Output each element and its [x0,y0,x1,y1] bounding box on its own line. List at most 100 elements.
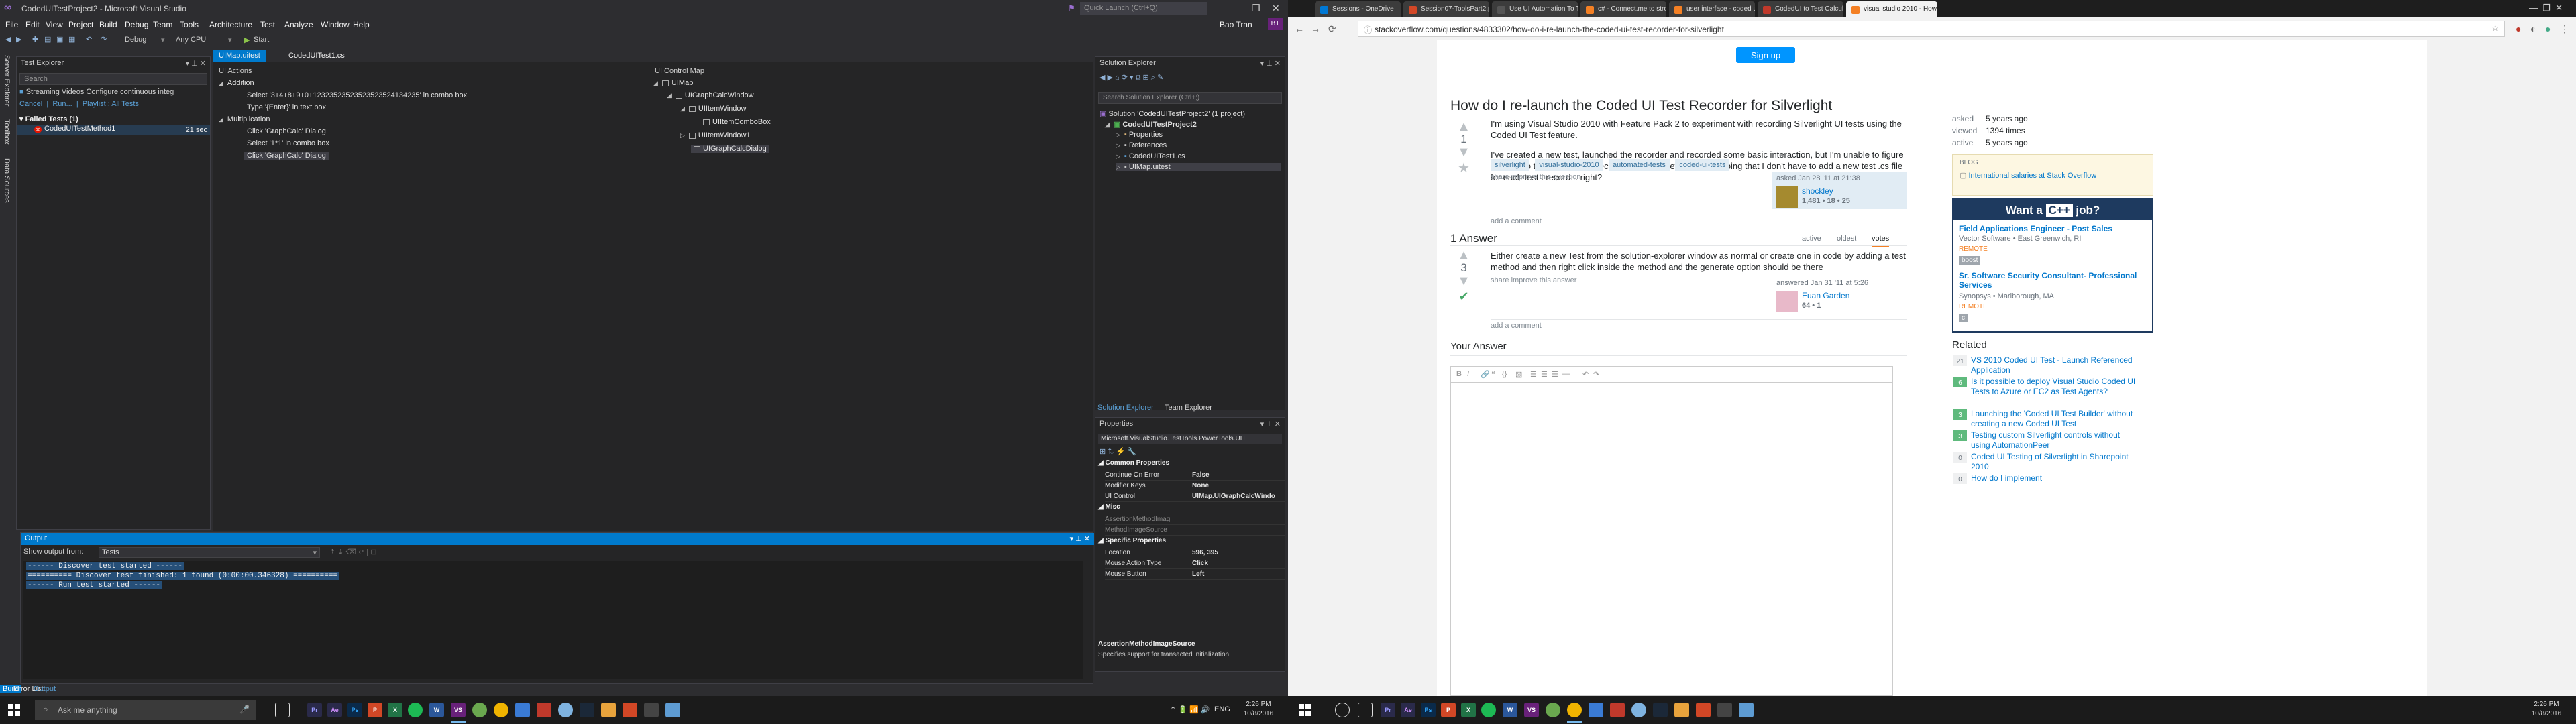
app-icon[interactable] [558,703,573,717]
code-icon[interactable]: {} [1502,370,1507,378]
answer-editor[interactable]: B I 🔗 ❝ {} ▨ ☰ ☰ ☰ ― ↶ ↷ [1450,366,1893,696]
related-link[interactable]: 3 Testing custom Silverlight controls wit… [1953,430,2139,450]
powerpoint-icon[interactable]: P [1441,703,1456,717]
action-item[interactable]: Select '3+4+8+9+0+1232352352352352352413… [247,91,467,99]
app-icon[interactable] [1546,703,1560,717]
tag[interactable]: coded-ui-tests [1675,159,1730,171]
photoshop-icon[interactable]: Ps [1421,703,1436,717]
action-group[interactable]: ◢ Multiplication [219,115,270,123]
user-link[interactable]: Euan Garden [1802,291,1849,300]
properties-node[interactable]: ▷ ▪ Properties [1116,131,1163,139]
related-link[interactable]: 0 How do I implement [1953,473,2139,484]
microphone-icon[interactable]: 🎤 [239,705,250,714]
task-view-icon[interactable] [1358,703,1373,717]
bulleted-list-icon[interactable]: ☰ [1541,370,1548,379]
add-comment-link[interactable]: add a comment [1491,217,1542,225]
cancel-link[interactable]: Cancel [19,100,42,108]
related-link[interactable]: 21 VS 2010 Coded UI Test - Launch Referen… [1953,355,2139,375]
powerpoint-icon[interactable]: P [368,703,382,717]
app-icon[interactable] [1696,703,1711,717]
category-header[interactable]: ◢ Common Properties [1098,459,1169,467]
property-row[interactable]: Mouse Button Left [1105,569,1285,580]
property-row[interactable]: Location 596, 395 [1105,548,1285,558]
menu-edit[interactable]: Edit [25,20,40,29]
minimize-button[interactable]: — [1234,3,1244,13]
save-all-icon[interactable]: ▦ [68,35,78,44]
word-icon[interactable]: W [1503,703,1517,717]
redo-icon[interactable]: ↷ [1593,370,1599,379]
app-icon[interactable] [1717,703,1732,717]
quick-launch-input[interactable]: Quick Launch (Ctrl+Q) [1080,2,1208,15]
menu-tools[interactable]: Tools [180,20,199,29]
numbered-list-icon[interactable]: ☰ [1530,370,1537,379]
menu-build[interactable]: Build [99,20,117,29]
tab-team-explorer[interactable]: Team Explorer [1165,404,1212,412]
action-item[interactable]: Type '{Enter}' in text box [247,103,326,111]
extension-icon[interactable]: ◐ [2530,23,2536,34]
app-icon[interactable] [623,703,637,717]
task-view-icon[interactable] [275,703,290,717]
app-icon[interactable] [472,703,487,717]
category-header[interactable]: ◢ Specific Properties [1098,537,1166,544]
menu-file[interactable]: File [5,20,18,29]
tab-solution-explorer[interactable]: Solution Explorer [1097,404,1154,412]
search-input[interactable]: Search Solution Explorer (Ctrl+;) [1098,92,1282,104]
steam-icon[interactable] [580,703,594,717]
browser-tab[interactable]: Use UI Automation To T [1492,1,1578,17]
upvote-icon[interactable]: ▲ [1450,249,1477,262]
user-name[interactable]: Bao Tran [1220,20,1252,29]
property-row[interactable]: MethodImageSource [1105,525,1285,536]
search-input[interactable]: Search [19,73,207,85]
related-link[interactable]: 3 Launching the 'Coded UI Test Builder' w… [1953,409,2139,429]
run-link[interactable]: Run... [52,100,72,108]
back-icon[interactable]: ← [1295,23,1304,34]
app-icon[interactable] [537,703,551,717]
info-banner[interactable]: ■ Streaming Videos Configure continuous … [19,88,207,99]
menu-icon[interactable]: ⋮ [2560,23,2569,35]
output-tab[interactable]: Output [31,685,58,693]
start-button[interactable]: Start [254,36,269,44]
undo-icon[interactable]: ↶ [1582,370,1589,379]
app-icon[interactable] [515,703,530,717]
browser-tab[interactable]: c# - Connect.me to stro [1580,1,1666,17]
sort-active[interactable]: active [1802,235,1821,243]
start-icon[interactable]: ▶ [244,36,250,44]
tag[interactable]: c [1959,314,1968,322]
windows-start-icon[interactable] [1299,704,1311,716]
configuration-select[interactable]: Debug [125,36,146,44]
question-title[interactable]: How do I re-launch the Coded UI Test Rec… [1450,98,1832,114]
link-icon[interactable]: 🔗 [1481,370,1490,379]
menu-project[interactable]: Project [68,20,93,29]
playlist-link[interactable]: Playlist : All Tests [83,100,139,108]
menu-architecture[interactable]: Architecture [209,20,252,29]
pin-icon[interactable]: ▾ ⊥ ✕ [186,59,206,68]
platform-select[interactable]: Any CPU [176,36,243,44]
control-node[interactable]: ▷ UIItemWindow1 [680,131,751,139]
menu-team[interactable]: Team [153,20,172,29]
new-project-icon[interactable]: ✚ [32,35,42,44]
app-icon[interactable] [1739,703,1754,717]
chrome-icon[interactable] [494,703,508,717]
control-node[interactable]: ◢ UIGraphCalcWindow [667,91,754,99]
app-icon[interactable] [1589,703,1603,717]
app-icon[interactable] [1631,703,1646,717]
tab-uimap[interactable]: UIMap.uitest [213,50,266,62]
job-title[interactable]: Sr. Software Security Consultant- Profes… [1959,271,2147,290]
tab-codeduitest1[interactable]: CodedUITest1.cs [283,50,350,62]
search-icon[interactable] [1335,703,1350,717]
job-ad-header[interactable]: Want a C++ job? [1953,200,2152,220]
properties-toolbar[interactable]: ⊞ ⇅ ⚡ 🔧 [1099,447,1136,456]
browser-tab[interactable]: Sessions - OneDrive [1315,1,1401,17]
control-node[interactable]: ◢ UIItemWindow [680,105,746,113]
excel-icon[interactable]: X [388,703,402,717]
file-node[interactable]: ▷ ▪ CodedUITest1.cs [1116,152,1185,160]
tag[interactable]: silverlight [1491,159,1529,171]
visual-studio-icon[interactable]: VS [1524,703,1539,717]
signup-button[interactable]: Sign up [1736,47,1795,63]
clock[interactable]: 2:26 PM 10/8/2016 [1238,700,1279,719]
extension-icon[interactable]: ● [2545,23,2551,34]
app-icon[interactable] [665,703,680,717]
tag[interactable]: visual-studio-2010 [1535,159,1603,171]
toolbox-tab[interactable]: Toolbox [3,119,11,145]
italic-icon[interactable]: I [1467,370,1469,378]
